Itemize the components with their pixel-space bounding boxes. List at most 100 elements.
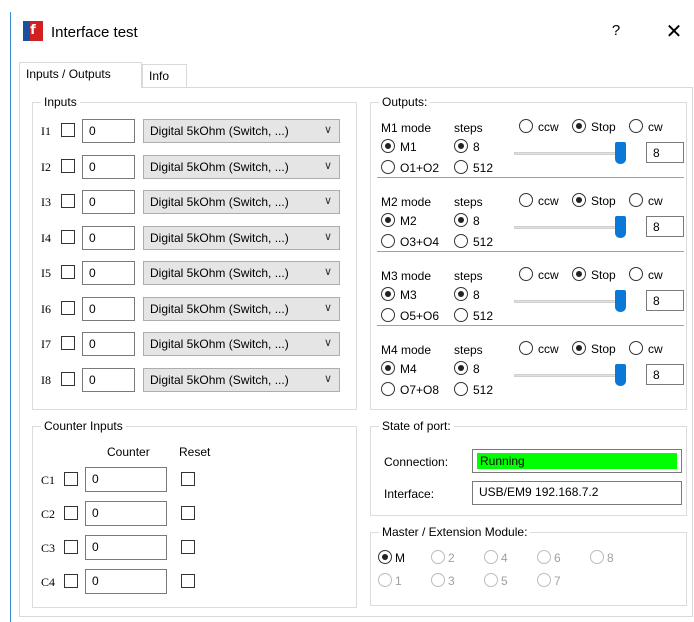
input-value-field-i3[interactable]: 0	[82, 190, 135, 214]
m2-steps-512-radio[interactable]	[454, 234, 468, 248]
help-button[interactable]: ?	[608, 22, 624, 42]
input-value-field-i6[interactable]: 0	[82, 296, 135, 321]
counter-checkbox-c1[interactable]	[64, 472, 78, 486]
counter-value-field-c4[interactable]: 0	[85, 569, 167, 594]
m4-stop-radio[interactable]	[572, 341, 586, 355]
m4-speed-slider-thumb[interactable]	[615, 364, 626, 386]
counter-checkbox-c4[interactable]	[64, 574, 78, 588]
tab-inputs-outputs[interactable]: Inputs / Outputs	[19, 62, 142, 88]
input-mode-select-i4[interactable]: Digital 5kOhm (Switch, ...) ∨	[143, 225, 340, 250]
m3-mode-outputs-radio[interactable]	[381, 308, 395, 322]
m3-speed-field[interactable]: 8	[646, 290, 684, 311]
counter-checkbox-c2[interactable]	[64, 506, 78, 520]
module-option-1-radio[interactable]	[378, 573, 392, 587]
inputs-group: Inputs I1 0 Digital 5kOhm (Switch, ...) ∨ I2…	[32, 95, 357, 410]
module-option-3-radio[interactable]	[431, 573, 445, 587]
module-option-6-radio[interactable]	[537, 550, 551, 564]
m2-cw-radio[interactable]	[629, 193, 643, 207]
input-checkbox-i3[interactable]	[61, 194, 75, 208]
counter-reset-checkbox-c3[interactable]	[181, 540, 195, 554]
m3-mode-motor-radio[interactable]	[381, 287, 395, 301]
input-checkbox-i4[interactable]	[61, 229, 75, 244]
m2-mode-motor-radio[interactable]	[381, 213, 395, 227]
m3-speed-slider-track[interactable]	[514, 300, 626, 303]
input-mode-select-i8[interactable]: Digital 5kOhm (Switch, ...) ∨	[143, 367, 340, 392]
input-checkbox-i5[interactable]	[61, 265, 75, 279]
m2-ccw-radio[interactable]	[519, 193, 533, 207]
close-button[interactable]: ✕	[662, 19, 686, 43]
input-value-field-i8[interactable]: 0	[82, 367, 135, 392]
outputs-group: Outputs: M1 mode steps M1 O1+O2 8 512 ccw Stop c…	[370, 95, 687, 410]
input-mode-select-i7[interactable]: Digital 5kOhm (Switch, ...) ∨	[143, 332, 340, 356]
counter-value-field-c3[interactable]: 0	[85, 535, 167, 560]
module-option-2-radio[interactable]	[431, 550, 445, 564]
input-checkbox-i6[interactable]	[61, 300, 75, 315]
counter-value-field-c2[interactable]: 0	[85, 501, 167, 526]
tab-info[interactable]: Info	[142, 64, 187, 88]
counter-reset-checkbox-c4[interactable]	[181, 574, 195, 588]
module-option-8-radio[interactable]	[590, 550, 604, 564]
input-mode-value-i5: Digital 5kOhm (Switch, ...)	[150, 266, 289, 280]
counter-value-field-c1[interactable]: 0	[85, 467, 167, 492]
input-value-field-i1[interactable]: 0	[82, 119, 135, 143]
input-checkbox-i1[interactable]	[61, 123, 75, 137]
input-value-field-i4[interactable]: 0	[82, 225, 135, 250]
m3-mode-motor-label: M3	[400, 288, 417, 302]
m3-stop-radio[interactable]	[572, 267, 586, 281]
m1-stop-radio[interactable]	[572, 119, 586, 133]
input-mode-select-i1[interactable]: Digital 5kOhm (Switch, ...) ∨	[143, 119, 340, 143]
m4-ccw-radio[interactable]	[519, 341, 533, 355]
connection-status-field: Running	[472, 449, 682, 473]
m1-ccw-radio[interactable]	[519, 119, 533, 133]
m3-ccw-radio[interactable]	[519, 267, 533, 281]
m3-cw-radio[interactable]	[629, 267, 643, 281]
counter-checkbox-c3[interactable]	[64, 540, 78, 554]
m2-speed-slider-thumb[interactable]	[615, 216, 626, 238]
counter-reset-checkbox-c2[interactable]	[181, 506, 195, 520]
module-option-6-label: 6	[554, 551, 561, 565]
counter-reset-checkbox-c1[interactable]	[181, 472, 195, 486]
m1-speed-slider-track[interactable]	[514, 152, 626, 155]
module-option-4-radio[interactable]	[484, 550, 498, 564]
reset-column-header: Reset	[179, 445, 211, 459]
m2-speed-slider-track[interactable]	[514, 226, 626, 229]
module-option-7-radio[interactable]	[537, 573, 551, 587]
chevron-down-icon: ∨	[323, 371, 332, 385]
input-value-field-i2[interactable]: 0	[82, 154, 135, 179]
module-option-M-radio[interactable]	[378, 550, 392, 564]
input-checkbox-i2[interactable]	[61, 158, 75, 173]
m1-steps-512-radio[interactable]	[454, 160, 468, 174]
m2-stop-radio[interactable]	[572, 193, 586, 207]
input-label-i8: I8	[41, 372, 51, 387]
m2-mode-outputs-radio[interactable]	[381, 234, 395, 248]
m1-mode-outputs-radio[interactable]	[381, 160, 395, 174]
m4-cw-radio[interactable]	[629, 341, 643, 355]
input-label-i6: I6	[41, 301, 51, 316]
m1-cw-radio[interactable]	[629, 119, 643, 133]
input-mode-select-i2[interactable]: Digital 5kOhm (Switch, ...) ∨	[143, 154, 340, 179]
m2-speed-field[interactable]: 8	[646, 216, 684, 237]
m4-speed-slider-track[interactable]	[514, 374, 626, 377]
m3-steps-8-radio[interactable]	[454, 287, 468, 301]
m3-steps-512-radio[interactable]	[454, 308, 468, 322]
input-checkbox-i7[interactable]	[61, 336, 75, 350]
m1-speed-slider-thumb[interactable]	[615, 142, 626, 164]
m4-mode-outputs-radio[interactable]	[381, 382, 395, 396]
m4-speed-field[interactable]: 8	[646, 364, 684, 385]
m4-steps-8-radio[interactable]	[454, 361, 468, 375]
m2-steps-8-radio[interactable]	[454, 213, 468, 227]
m4-mode-motor-radio[interactable]	[381, 361, 395, 375]
module-option-5-radio[interactable]	[484, 573, 498, 587]
m4-mode-motor-label: M4	[400, 362, 417, 376]
m1-mode-motor-radio[interactable]	[381, 139, 395, 153]
input-mode-select-i5[interactable]: Digital 5kOhm (Switch, ...) ∨	[143, 261, 340, 285]
input-value-field-i7[interactable]: 0	[82, 332, 135, 356]
m1-steps-8-radio[interactable]	[454, 139, 468, 153]
input-mode-select-i3[interactable]: Digital 5kOhm (Switch, ...) ∨	[143, 190, 340, 214]
input-mode-select-i6[interactable]: Digital 5kOhm (Switch, ...) ∨	[143, 296, 340, 321]
m4-steps-512-radio[interactable]	[454, 382, 468, 396]
input-checkbox-i8[interactable]	[61, 371, 75, 386]
input-value-field-i5[interactable]: 0	[82, 261, 135, 285]
m1-speed-field[interactable]: 8	[646, 142, 684, 163]
m3-speed-slider-thumb[interactable]	[615, 290, 626, 312]
